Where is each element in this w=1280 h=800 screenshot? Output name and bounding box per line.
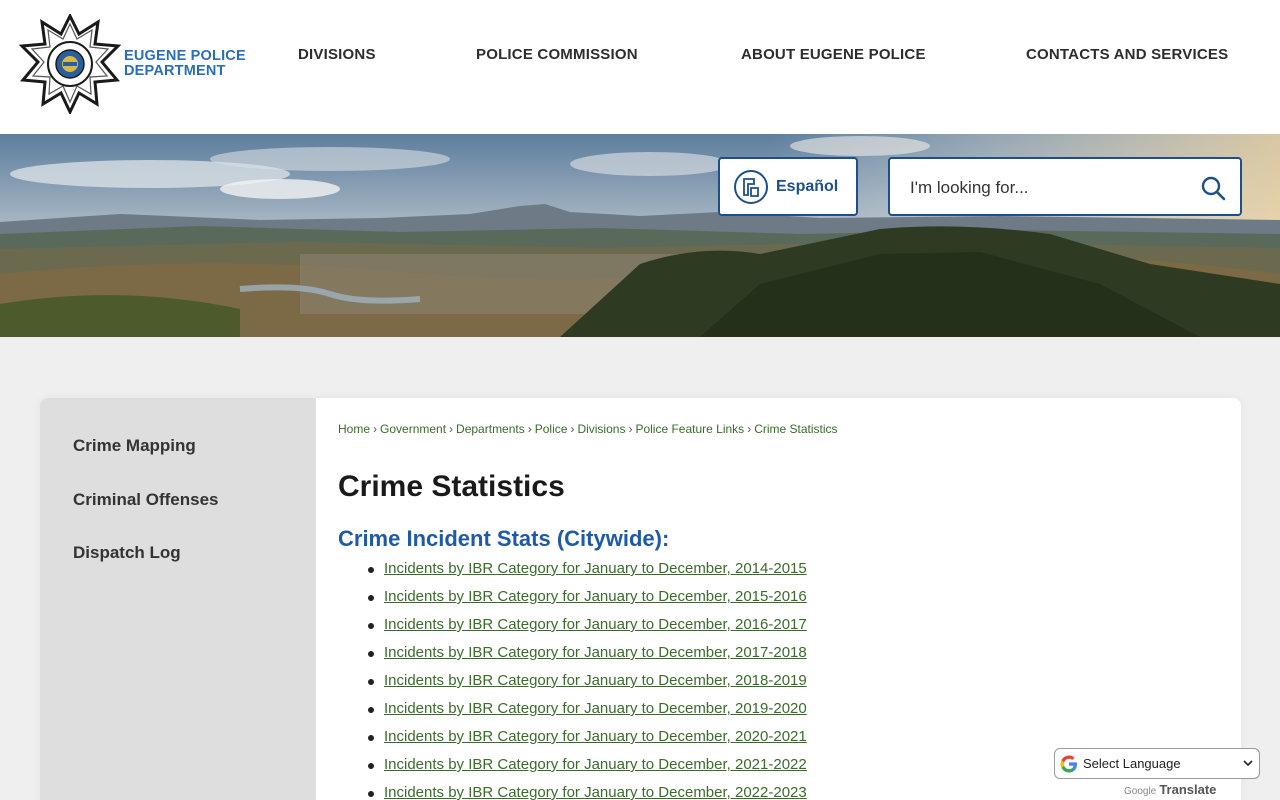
stats-link-2022-2023[interactable]: Incidents by IBR Category for January to… (384, 784, 807, 800)
list-item: Incidents by IBR Category for January to… (368, 613, 807, 641)
content-card: Crime Mapping Criminal Offenses Dispatch… (40, 398, 1241, 800)
stats-link-2019-2020[interactable]: Incidents by IBR Category for January to… (384, 700, 807, 717)
select-language-dropdown[interactable]: Select Language (1054, 748, 1260, 779)
crime-stats-link-list: Incidents by IBR Category for January to… (368, 557, 807, 800)
page-title: Crime Statistics (338, 470, 565, 503)
breadcrumb-government[interactable]: Government (380, 422, 446, 436)
list-item: Incidents by IBR Category for January to… (368, 641, 807, 669)
list-item: Incidents by IBR Category for January to… (368, 669, 807, 697)
stats-link-2020-2021[interactable]: Incidents by IBR Category for January to… (384, 728, 807, 745)
search-input[interactable] (910, 175, 1190, 201)
select-language-label: Select Language (1083, 756, 1181, 771)
main-content: Home › Government › Departments › Police › Divis… (338, 398, 1241, 800)
google-g-icon (1060, 755, 1077, 772)
chevron-down-icon (1243, 760, 1253, 767)
espanol-language-button[interactable]: Español (718, 157, 858, 216)
list-item: Incidents by IBR Category for January to… (368, 557, 807, 585)
nav-about-eugene-police[interactable]: ABOUT EUGENE POLICE (741, 46, 926, 63)
powered-by-google-translate: Google Translate (1124, 782, 1216, 797)
site-header: EUGENE POLICE DEPARTMENT DIVISIONS POLIC… (0, 0, 1280, 134)
breadcrumb-departments[interactable]: Departments (456, 422, 525, 436)
google-wordmark: Google (1124, 786, 1157, 797)
nav-contacts-and-services[interactable]: CONTACTS AND SERVICES (1026, 46, 1228, 63)
translate-link[interactable]: Translate (1159, 782, 1216, 797)
breadcrumb-divisions[interactable]: Divisions (577, 422, 625, 436)
sidebar-navigation: Crime Mapping Criminal Offenses Dispatch… (40, 398, 316, 800)
list-item: Incidents by IBR Category for January to… (368, 781, 807, 800)
stats-link-2015-2016[interactable]: Incidents by IBR Category for January to… (384, 588, 807, 605)
list-item: Incidents by IBR Category for January to… (368, 585, 807, 613)
list-item: Incidents by IBR Category for January to… (368, 725, 807, 753)
stats-link-2018-2019[interactable]: Incidents by IBR Category for January to… (384, 672, 807, 689)
sidebar-item-crime-mapping[interactable]: Crime Mapping (73, 436, 196, 456)
nav-divisions[interactable]: DIVISIONS (298, 46, 376, 63)
stats-link-2014-2015[interactable]: Incidents by IBR Category for January to… (384, 560, 807, 577)
language-translate-icon (734, 169, 768, 204)
breadcrumb-crime-statistics[interactable]: Crime Statistics (754, 422, 837, 436)
site-search-box (888, 157, 1242, 216)
breadcrumb-police-feature-links[interactable]: Police Feature Links (635, 422, 744, 436)
sidebar-item-criminal-offenses[interactable]: Criminal Offenses (73, 490, 219, 510)
stats-link-2016-2017[interactable]: Incidents by IBR Category for January to… (384, 616, 807, 633)
breadcrumb: Home › Government › Departments › Police › Divis… (338, 422, 838, 436)
sidebar-item-dispatch-log[interactable]: Dispatch Log (73, 543, 181, 563)
breadcrumb-police[interactable]: Police (535, 422, 568, 436)
nav-police-commission[interactable]: POLICE COMMISSION (476, 46, 638, 63)
breadcrumb-home[interactable]: Home (338, 422, 370, 436)
stats-link-2017-2018[interactable]: Incidents by IBR Category for January to… (384, 644, 807, 661)
main-navigation: DIVISIONS POLICE COMMISSION ABOUT EUGENE… (0, 46, 1280, 68)
section-title: Crime Incident Stats (Citywide): (338, 526, 670, 551)
magnifier-search-icon[interactable] (1200, 175, 1226, 201)
espanol-label: Español (776, 177, 839, 195)
list-item: Incidents by IBR Category for January to… (368, 697, 807, 725)
list-item: Incidents by IBR Category for January to… (368, 753, 807, 781)
stats-link-2021-2022[interactable]: Incidents by IBR Category for January to… (384, 756, 807, 773)
